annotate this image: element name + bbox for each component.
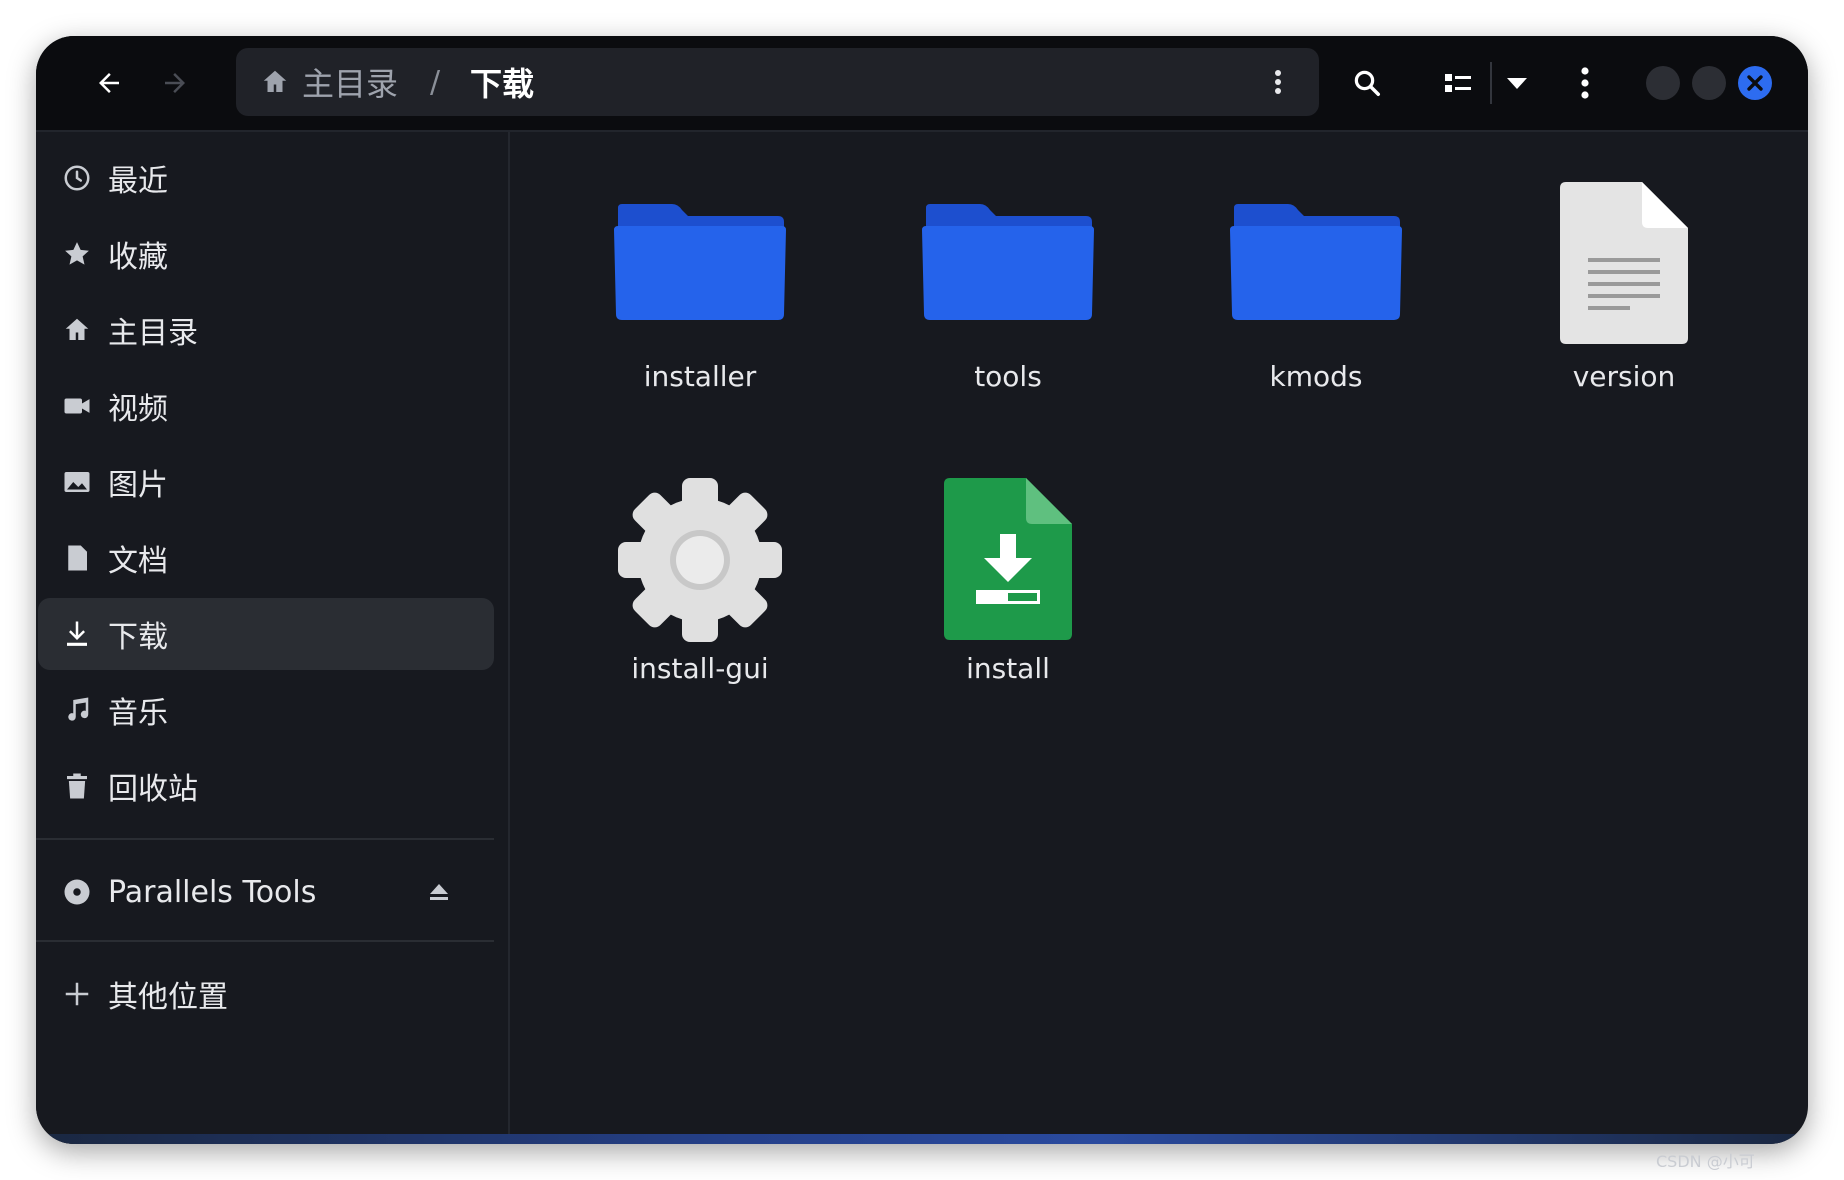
folder-icon	[550, 202, 850, 322]
close-button[interactable]	[1738, 66, 1772, 100]
breadcrumb-current[interactable]: 下载	[470, 48, 534, 116]
file-item-text-file[interactable]: version	[1474, 182, 1774, 442]
sidebar-item-downloads[interactable]: 下载	[38, 598, 494, 670]
sidebar-item-parallels-tools[interactable]: Parallels Tools	[38, 856, 494, 928]
back-button[interactable]	[82, 56, 136, 110]
image-icon	[60, 465, 94, 499]
plus-icon	[60, 977, 94, 1011]
sidebar-item-label: 其他位置	[108, 980, 228, 1015]
file-item-folder[interactable]: kmods	[1166, 202, 1466, 442]
video-icon	[60, 389, 94, 423]
file-manager-window: 主目录 / 下载 最近 收藏 主目录 视频 图片 文档 下载 音乐 回收站 Pa…	[36, 36, 1808, 1144]
sidebar-separator	[36, 838, 494, 840]
sidebar-item-label: Parallels Tools	[108, 874, 317, 910]
search-button[interactable]	[1340, 56, 1394, 110]
eject-icon	[430, 884, 448, 900]
view-options-dropdown[interactable]	[1490, 56, 1544, 110]
sidebar-item-label: 回收站	[108, 772, 198, 807]
file-name: install	[966, 652, 1050, 685]
text-file-icon	[1474, 182, 1774, 344]
view-list-icon	[1445, 74, 1471, 92]
sidebar-item-other-locations[interactable]: 其他位置	[38, 958, 494, 1030]
file-item-folder[interactable]: tools	[858, 202, 1158, 442]
sidebar-item-label: 下载	[108, 620, 168, 655]
file-name: install-gui	[631, 652, 769, 685]
download-icon	[60, 617, 94, 651]
maximize-button[interactable]	[1692, 66, 1726, 100]
sidebar-item-label: 主目录	[108, 316, 198, 351]
sidebar-item-label: 视频	[108, 392, 168, 427]
file-item-executable[interactable]: install-gui	[550, 478, 850, 732]
file-name: installer	[643, 360, 757, 393]
arrow-right-icon	[165, 73, 185, 93]
sidebar-item-label: 音乐	[108, 696, 168, 731]
watermark: CSDN @小可	[1656, 1152, 1755, 1171]
header-bar: 主目录 / 下载	[36, 36, 1808, 132]
sidebar-item-recent[interactable]: 最近	[38, 142, 494, 214]
vertical-dots-icon	[1275, 70, 1281, 94]
close-icon	[1747, 75, 1763, 91]
disc-icon	[60, 875, 94, 909]
file-name: tools	[974, 360, 1042, 393]
sidebar-item-label: 最近	[108, 164, 168, 199]
gear-icon	[550, 476, 850, 644]
view-mode-button[interactable]	[1432, 56, 1486, 110]
file-item-installer[interactable]: install	[858, 478, 1158, 732]
music-icon	[60, 693, 94, 727]
file-item-folder[interactable]: installer	[550, 202, 850, 442]
dropdown-icon	[1507, 78, 1527, 89]
home-icon	[60, 313, 94, 347]
star-icon	[60, 237, 94, 271]
folder-icon	[1166, 202, 1466, 322]
path-bar: 主目录 / 下载	[236, 48, 1319, 116]
document-icon	[60, 541, 94, 575]
sidebar: 最近 收藏 主目录 视频 图片 文档 下载 音乐 回收站 Parallels T…	[36, 132, 510, 1144]
breadcrumb-separator: /	[430, 64, 441, 100]
sidebar-item-trash[interactable]: 回收站	[38, 750, 494, 822]
file-name: kmods	[1269, 360, 1363, 393]
sidebar-item-home[interactable]: 主目录	[38, 294, 494, 366]
clock-icon	[60, 161, 94, 195]
sidebar-item-documents[interactable]: 文档	[38, 522, 494, 594]
arrow-left-icon	[99, 73, 119, 93]
sidebar-item-label: 文档	[108, 544, 168, 579]
sidebar-item-videos[interactable]: 视频	[38, 370, 494, 442]
main-menu-button[interactable]	[1558, 56, 1612, 110]
menu-icon	[1581, 67, 1589, 99]
file-view: installer tools kmods version install-gu…	[510, 132, 1808, 1144]
breadcrumb-home-label: 主目录	[302, 65, 399, 103]
breadcrumb-home[interactable]: 主目录	[260, 48, 398, 116]
sidebar-item-starred[interactable]: 收藏	[38, 218, 494, 290]
home-icon	[263, 70, 287, 92]
sidebar-item-pictures[interactable]: 图片	[38, 446, 494, 518]
minimize-button[interactable]	[1646, 66, 1680, 100]
forward-button[interactable]	[148, 56, 202, 110]
path-menu-button[interactable]	[1251, 55, 1305, 109]
sidebar-separator	[36, 940, 494, 942]
installer-package-icon	[858, 478, 1158, 640]
trash-icon	[60, 769, 94, 803]
sidebar-item-label: 图片	[108, 468, 168, 503]
search-icon	[1354, 70, 1380, 96]
sidebar-item-label: 收藏	[108, 240, 168, 275]
sidebar-item-music[interactable]: 音乐	[38, 674, 494, 746]
folder-icon	[858, 202, 1158, 322]
file-name: version	[1572, 360, 1676, 393]
eject-button[interactable]	[424, 877, 454, 907]
